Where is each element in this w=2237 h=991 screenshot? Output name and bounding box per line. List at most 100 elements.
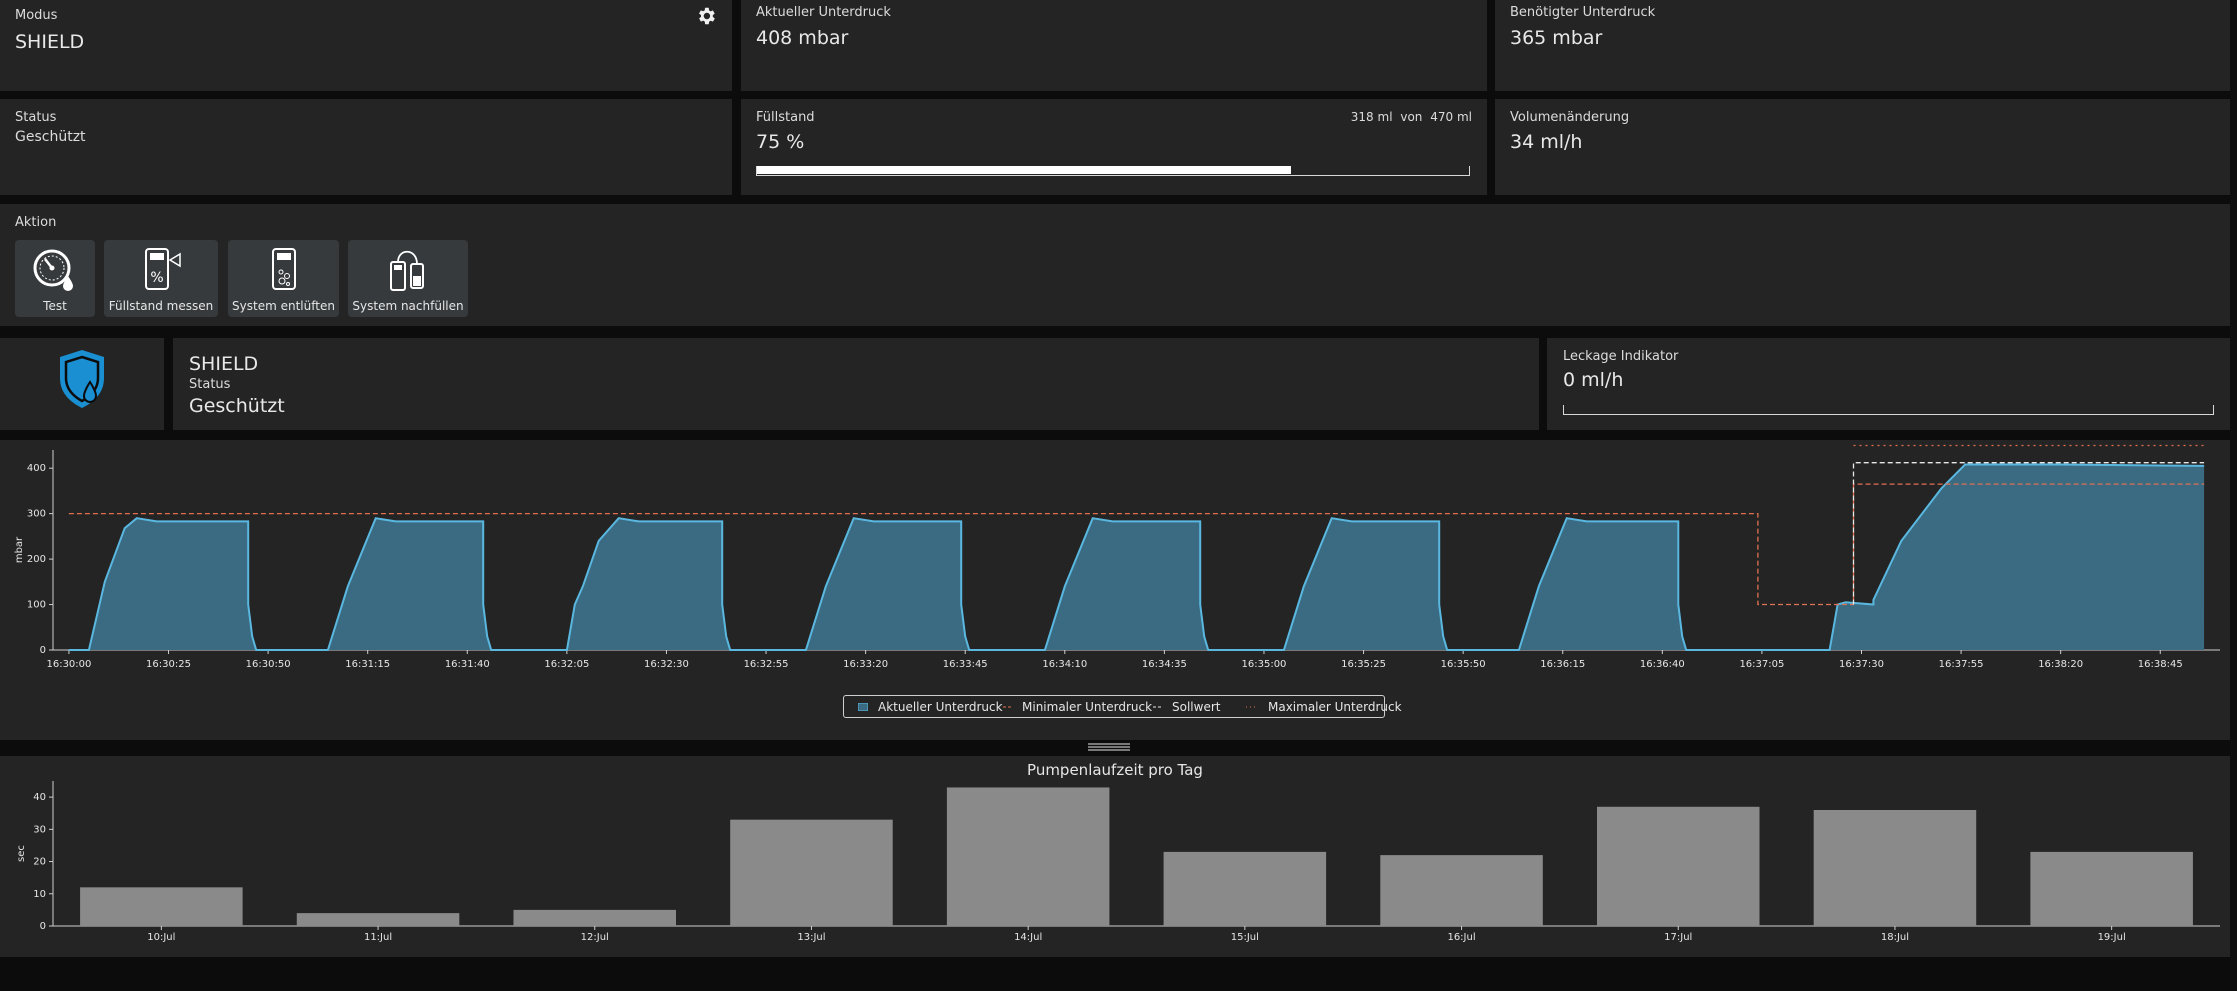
leak-card: Leckage Indikator 0 ml/h bbox=[1547, 338, 2230, 430]
pump-runtime-chart: 0 10 20 30 40 sec 10:Jul 11:Jul 12:Jul 13:Jul 14:J… bbox=[16, 781, 2220, 943]
test-button-label: Test bbox=[43, 299, 67, 313]
svg-text:%: % bbox=[150, 270, 163, 286]
x-tick-label: 16:36:40 bbox=[1640, 659, 1685, 670]
current-vacuum-label: Aktueller Unterdruck bbox=[756, 5, 891, 20]
x-tick-label: 10:Jul bbox=[147, 932, 175, 943]
leak-progress-bar bbox=[1563, 405, 2214, 415]
gear-icon[interactable] bbox=[695, 5, 717, 27]
bar-11-Jul bbox=[296, 913, 460, 926]
bar-16-Jul bbox=[1380, 855, 1543, 926]
volume-change-card: Volumenänderung 34 ml/h bbox=[1495, 99, 2230, 195]
test-button[interactable]: Test bbox=[15, 240, 95, 317]
x-tick-label: 16:30:50 bbox=[246, 659, 291, 670]
x-tick-label: 16:32:30 bbox=[644, 659, 689, 670]
y-tick-label: 0 bbox=[40, 921, 46, 932]
system-refill-button-label: System nachfüllen bbox=[352, 299, 464, 313]
required-vacuum-value: 365 mbar bbox=[1510, 27, 1603, 49]
status-card: Status Geschützt bbox=[0, 99, 732, 195]
fill-progress-bar bbox=[756, 166, 1470, 176]
y-tick-label: 300 bbox=[27, 509, 46, 520]
x-tick-label: 16:30:25 bbox=[146, 659, 191, 670]
current-vacuum-card: Aktueller Unterdruck 408 mbar bbox=[741, 0, 1487, 91]
y-axis-label: sec bbox=[16, 845, 27, 862]
legend-swatch-minimaler bbox=[1003, 706, 1013, 708]
legend-swatch-maximaler bbox=[1246, 706, 1256, 708]
required-vacuum-card: Benötigter Unterdruck 365 mbar bbox=[1495, 0, 2230, 91]
y-tick-label: 20 bbox=[33, 857, 46, 868]
y-tick-label: 40 bbox=[33, 792, 46, 803]
x-tick-label: 16:33:20 bbox=[843, 659, 888, 670]
y-axis-label: mbar bbox=[14, 536, 25, 563]
x-tick-label: 16:31:40 bbox=[445, 659, 490, 670]
legend-minimaler: Minimaler Unterdruck bbox=[1022, 700, 1153, 714]
fill-amount-text: 318 ml von 470 ml bbox=[1351, 110, 1472, 124]
x-tick-label: 12:Jul bbox=[581, 932, 609, 943]
system-refill-button[interactable]: System nachfüllen bbox=[348, 240, 468, 317]
x-tick-label: 16:33:45 bbox=[943, 659, 988, 670]
legend-maximaler: Maximaler Unterdruck bbox=[1268, 700, 1402, 714]
fill-amount: 318 ml bbox=[1350, 110, 1393, 124]
x-tick-label: 13:Jul bbox=[797, 932, 825, 943]
x-tick-label: 16:32:55 bbox=[744, 659, 789, 670]
vacuum-chart-legend: Aktueller Unterdruck Minimaler Unterdruc… bbox=[843, 695, 1402, 718]
system-vent-button[interactable]: System entlüften bbox=[228, 240, 339, 317]
fill-measure-button[interactable]: % Füllstand messen bbox=[104, 240, 218, 317]
volume-change-value: 34 ml/h bbox=[1510, 131, 1583, 153]
x-tick-label: 19:Jul bbox=[2098, 932, 2126, 943]
x-tick-label: 16:35:50 bbox=[1441, 659, 1486, 670]
bar-10-Jul bbox=[80, 887, 243, 926]
y-tick-label: 200 bbox=[27, 554, 46, 565]
fill-measure-icon: % bbox=[145, 248, 181, 290]
status-value: Geschützt bbox=[15, 129, 86, 145]
gauge-drop-icon bbox=[33, 249, 73, 291]
bar-17-Jul bbox=[1596, 806, 1760, 926]
leak-label: Leckage Indikator bbox=[1563, 349, 1679, 364]
y-tick-label: 30 bbox=[33, 824, 46, 835]
system-vent-button-label: System entlüften bbox=[232, 299, 335, 313]
shield-name: SHIELD bbox=[189, 353, 259, 375]
current-vacuum-value: 408 mbar bbox=[756, 27, 849, 49]
legend-sollwert: Sollwert bbox=[1172, 700, 1221, 714]
x-tick-label: 16:38:45 bbox=[2138, 659, 2183, 670]
fill-sep: von bbox=[1400, 110, 1423, 124]
x-tick-label: 16:34:10 bbox=[1042, 659, 1087, 670]
required-vacuum-label: Benötigter Unterdruck bbox=[1510, 5, 1656, 20]
fill-measure-button-label: Füllstand messen bbox=[108, 299, 214, 313]
modus-card: Modus SHIELD bbox=[0, 0, 732, 91]
bar-13-Jul bbox=[730, 819, 893, 926]
x-tick-label: 15:Jul bbox=[1231, 932, 1259, 943]
series-area-aktueller bbox=[68, 464, 2205, 650]
y-tick-label: 10 bbox=[33, 889, 46, 900]
fill-label: Füllstand bbox=[756, 110, 815, 125]
legend-swatch-sollwert bbox=[1153, 706, 1163, 708]
x-tick-label: 16:Jul bbox=[1447, 932, 1475, 943]
x-tick-label: 16:38:20 bbox=[2038, 659, 2083, 670]
pump-runtime-chart-card: Pumpenlaufzeit pro Tag 0 10 20 30 40 sec 10:Ju… bbox=[0, 756, 2230, 957]
system-vent-icon bbox=[271, 248, 296, 290]
legend-swatch-aktueller bbox=[858, 703, 868, 711]
action-label: Aktion bbox=[15, 215, 57, 230]
x-tick-label: 16:35:25 bbox=[1341, 659, 1386, 670]
x-tick-label: 16:37:55 bbox=[1939, 659, 1984, 670]
panel-splitter[interactable] bbox=[0, 741, 2237, 753]
fill-total: 470 ml bbox=[1430, 110, 1472, 124]
leak-value: 0 ml/h bbox=[1563, 369, 1624, 391]
x-tick-label: 16:37:05 bbox=[1739, 659, 1784, 670]
fill-value: 75 % bbox=[756, 131, 805, 153]
bar-18-Jul bbox=[1813, 810, 1977, 926]
modus-value: SHIELD bbox=[15, 31, 85, 53]
x-tick-label: 16:35:00 bbox=[1242, 659, 1287, 670]
system-refill-icon bbox=[390, 250, 424, 291]
x-tick-label: 16:32:05 bbox=[544, 659, 589, 670]
x-tick-label: 17:Jul bbox=[1664, 932, 1692, 943]
shield-icon bbox=[60, 350, 104, 408]
y-tick-label: 0 bbox=[40, 645, 46, 656]
legend-aktueller: Aktueller Unterdruck bbox=[878, 700, 1003, 714]
y-tick-label: 100 bbox=[27, 600, 46, 611]
volume-change-label: Volumenänderung bbox=[1510, 110, 1630, 125]
shield-status-label: Status bbox=[189, 377, 231, 392]
shield-status-value: Geschützt bbox=[189, 395, 285, 417]
drag-handle-icon[interactable] bbox=[1088, 743, 1130, 751]
bar-12-Jul bbox=[513, 909, 677, 926]
fill-progress-fill bbox=[757, 166, 1291, 174]
